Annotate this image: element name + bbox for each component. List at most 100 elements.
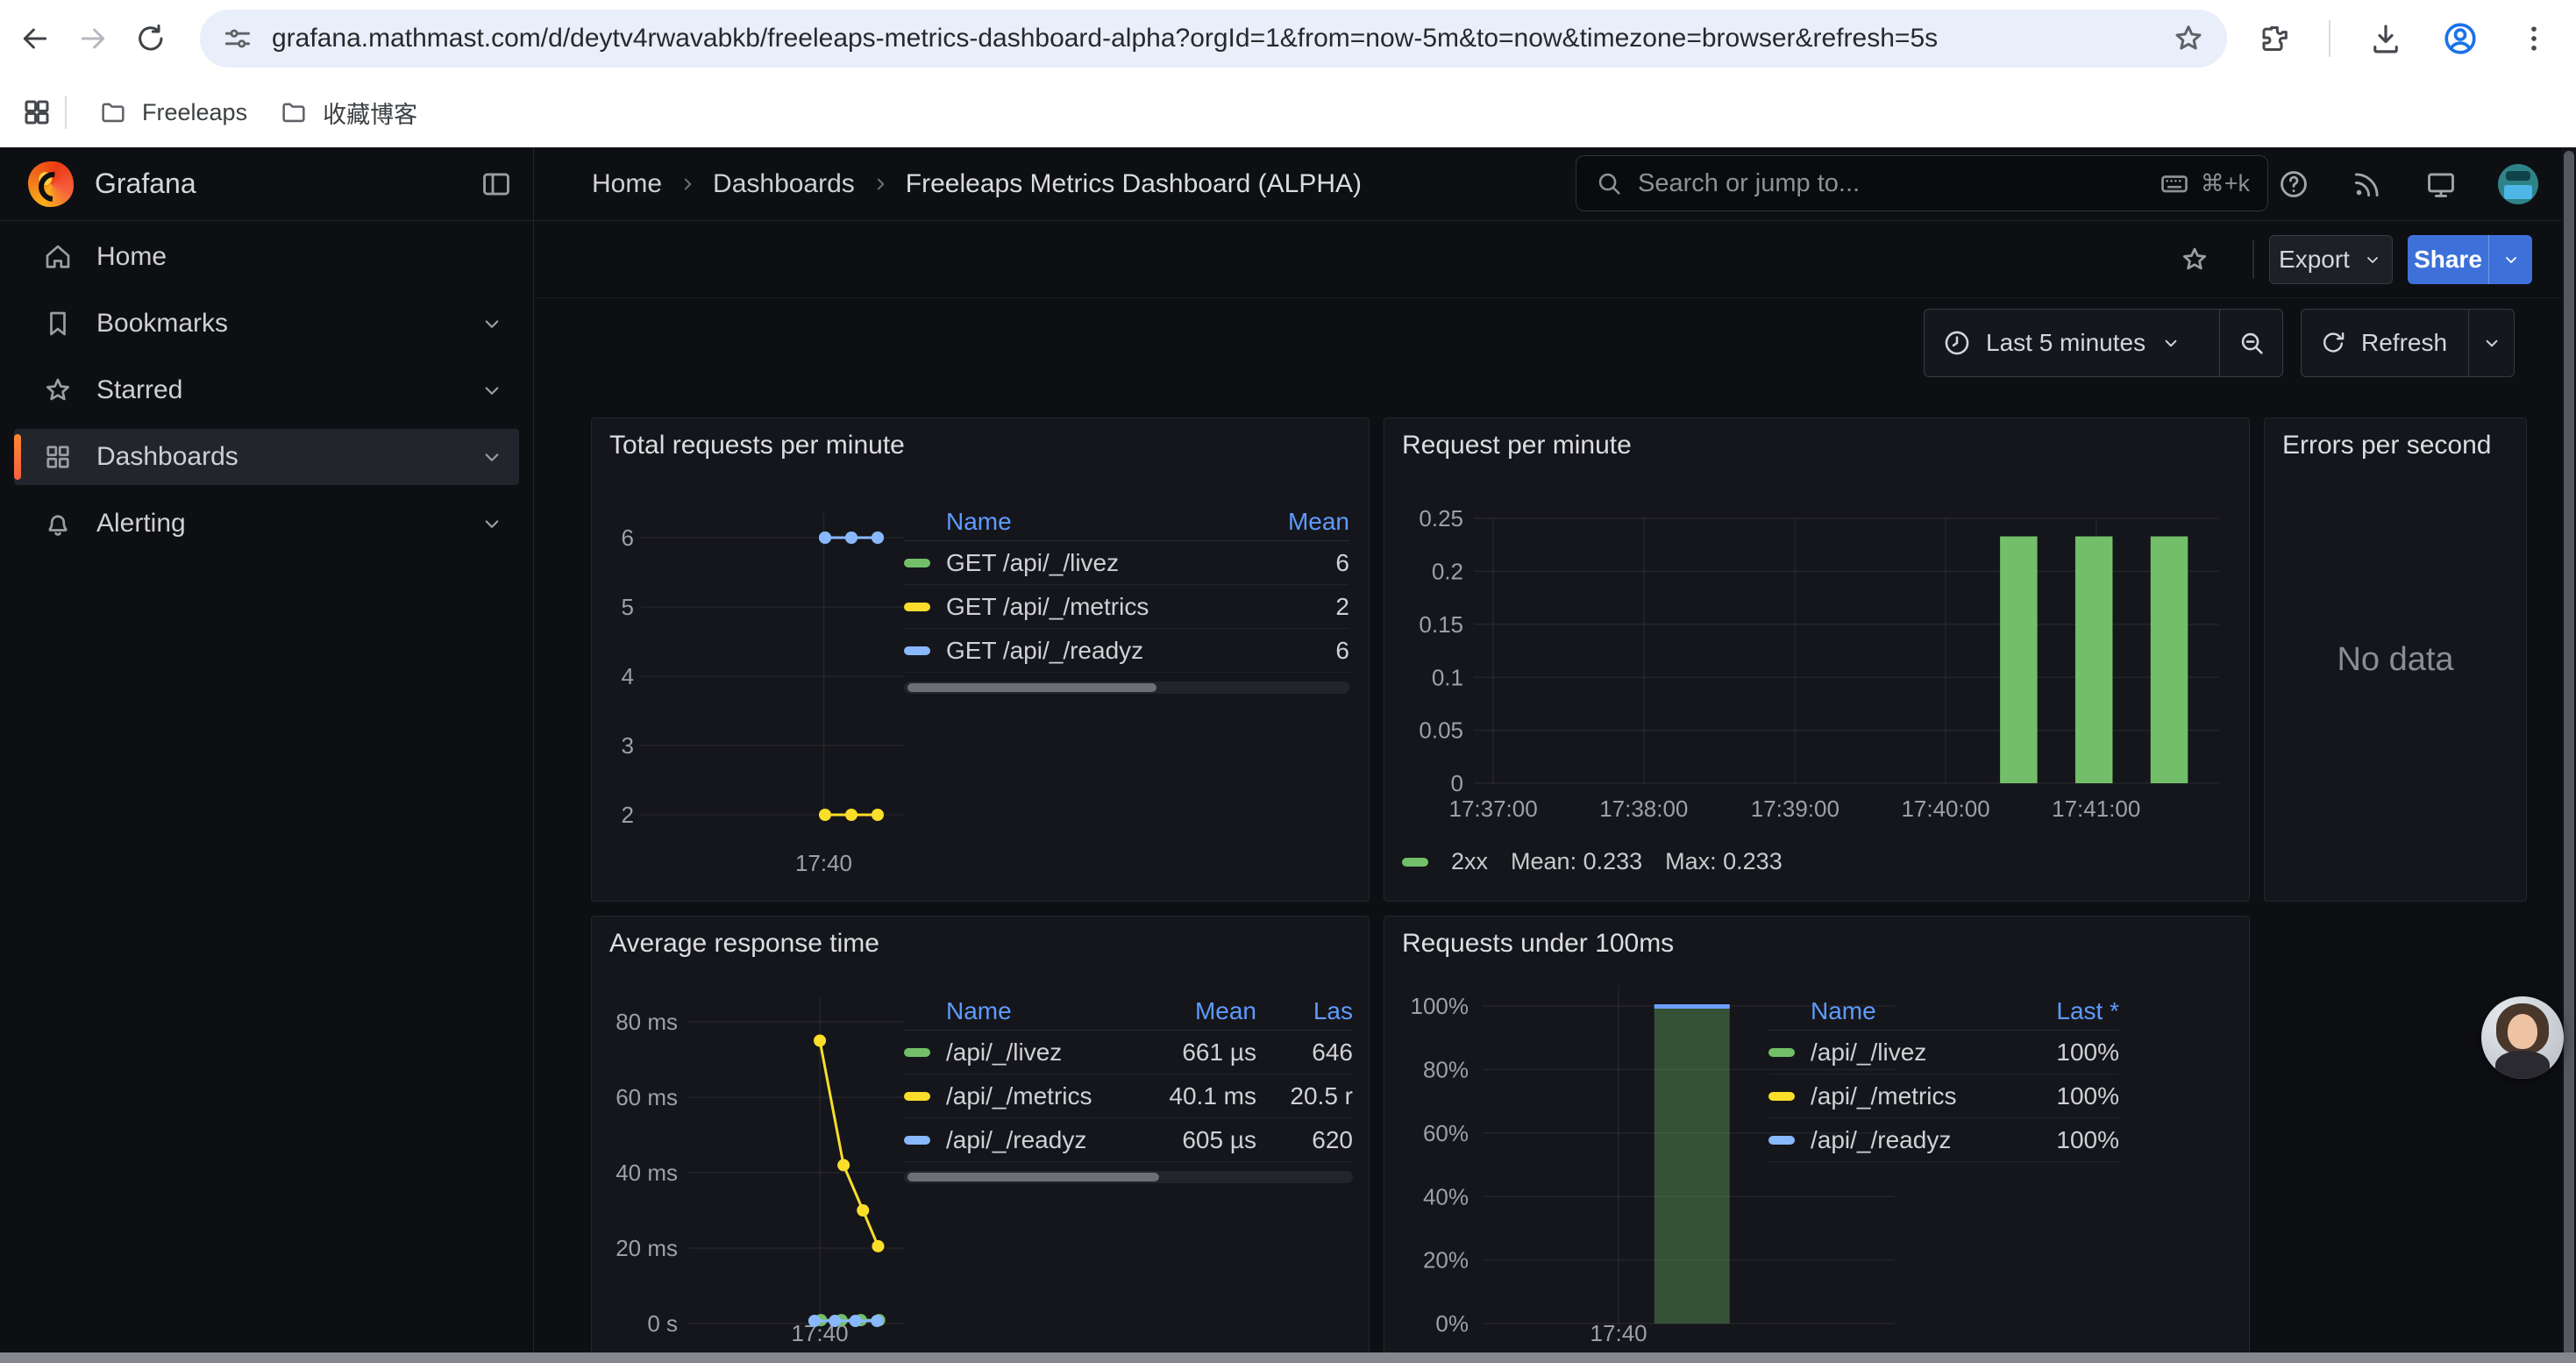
horizontal-scrollbar[interactable] xyxy=(0,1352,2576,1363)
legend-header-name[interactable]: Name xyxy=(946,508,1244,536)
zoom-out-button[interactable] xyxy=(2219,310,2282,376)
profile-icon[interactable] xyxy=(2441,19,2480,58)
panel-requests-under-100ms: Requests under 100ms 100%80%60%40%20%0%1… xyxy=(1384,916,2250,1363)
legend-header[interactable]: NameLast * xyxy=(1768,992,2119,1031)
panel-title[interactable]: Total requests per minute xyxy=(609,431,905,460)
series-name[interactable]: GET /api/_/metrics xyxy=(946,593,1244,621)
panel-title[interactable]: Requests under 100ms xyxy=(1402,929,1674,959)
url-bar[interactable]: grafana.mathmast.com/d/deytv4rwavabkb/fr… xyxy=(200,10,2227,68)
legend-scrollbar[interactable] xyxy=(904,1171,1353,1183)
legend-row[interactable]: /api/_/readyz100% xyxy=(1768,1118,2119,1162)
bookmark-folder-blogs[interactable]: 收藏博客 xyxy=(263,87,433,139)
series-name[interactable]: /api/_/readyz xyxy=(1811,1126,1988,1154)
search-icon xyxy=(1594,168,1624,198)
svg-text:20 ms: 20 ms xyxy=(616,1235,678,1261)
series-color-pill xyxy=(904,603,930,611)
kiosk-monitor-icon[interactable] xyxy=(2424,168,2458,201)
breadcrumb-home[interactable]: Home xyxy=(592,169,662,199)
series-name[interactable]: /api/_/metrics xyxy=(946,1082,1107,1110)
panel-total-requests-per-minute: Total requests per minute 6543217:40 Nam… xyxy=(591,417,1370,902)
grafana-header: Grafana Home Dashboards Freeleaps Metric… xyxy=(0,147,2576,221)
legend-row[interactable]: /api/_/livez100% xyxy=(1768,1031,2119,1074)
time-range-button[interactable]: Last 5 minutes xyxy=(1925,328,2219,358)
legend-header-col[interactable]: Mean xyxy=(1107,997,1256,1025)
chevron-down-icon[interactable] xyxy=(479,377,505,403)
legend-header[interactable]: NameMeanLas xyxy=(904,992,1353,1031)
legend-row[interactable]: GET /api/_/metrics2 xyxy=(904,585,1349,629)
dock-sidebar-icon[interactable] xyxy=(477,165,516,203)
legend-header-name[interactable]: Name xyxy=(1811,997,1988,1025)
legend-row[interactable]: /api/_/readyz605 µs620 xyxy=(904,1118,1353,1162)
legend-row[interactable]: /api/_/metrics40.1 ms20.5 r xyxy=(904,1074,1353,1118)
sidebar-item-bookmarks[interactable]: Bookmarks xyxy=(14,296,519,352)
back-icon[interactable] xyxy=(16,19,54,58)
svg-text:0.05: 0.05 xyxy=(1419,717,1463,744)
legend-scrollbar-thumb[interactable] xyxy=(907,1173,1159,1181)
legend-row[interactable]: /api/_/metrics100% xyxy=(1768,1074,2119,1118)
panel-title[interactable]: Request per minute xyxy=(1402,431,1632,460)
tune-icon[interactable] xyxy=(221,22,254,55)
user-avatar[interactable] xyxy=(2498,164,2538,204)
sidebar-item-dashboards[interactable]: Dashboards xyxy=(14,429,519,485)
vertical-scrollbar[interactable] xyxy=(2562,147,2576,1363)
series-value: 620 xyxy=(1256,1126,1353,1154)
breadcrumb-separator-icon xyxy=(869,173,892,196)
series-name[interactable]: /api/_/livez xyxy=(946,1038,1107,1067)
chart-total-requests[interactable]: 6543217:40 xyxy=(602,496,911,892)
bookmark-folder-freeleaps[interactable]: Freeleaps xyxy=(82,89,263,136)
extensions-icon[interactable] xyxy=(2257,21,2292,56)
legend-scrollbar-thumb[interactable] xyxy=(907,683,1156,692)
series-name[interactable]: /api/_/metrics xyxy=(1811,1082,1988,1110)
panel-title[interactable]: Average response time xyxy=(609,929,879,959)
series-name[interactable]: /api/_/livez xyxy=(1811,1038,1988,1067)
legend-header-name[interactable]: Name xyxy=(946,997,1107,1025)
chevron-down-icon xyxy=(2480,332,2503,354)
sidebar-item-alerting[interactable]: Alerting xyxy=(14,496,519,552)
share-button[interactable]: Share xyxy=(2408,235,2488,284)
legend-row[interactable]: GET /api/_/livez6 xyxy=(904,541,1349,585)
sidebar-item-home[interactable]: Home xyxy=(14,229,519,285)
legend-row[interactable]: GET /api/_/readyz6 xyxy=(904,629,1349,673)
series-value: 661 µs xyxy=(1107,1038,1256,1067)
legend-header-col[interactable]: Las xyxy=(1256,997,1353,1025)
favorite-star-icon[interactable] xyxy=(2179,244,2210,275)
legend-scrollbar[interactable] xyxy=(904,682,1349,694)
breadcrumb-dashboards[interactable]: Dashboards xyxy=(713,169,855,199)
legend-line[interactable]: 2xx Mean: 0.233 Max: 0.233 xyxy=(1402,848,1783,875)
chevron-down-icon[interactable] xyxy=(479,310,505,337)
legend-header[interactable]: NameMean xyxy=(904,503,1349,541)
series-name[interactable]: 2xx xyxy=(1451,848,1488,875)
browser-menu-icon[interactable] xyxy=(2516,21,2551,56)
series-name[interactable]: GET /api/_/livez xyxy=(946,549,1244,577)
refresh-label: Refresh xyxy=(2361,329,2447,357)
legend-header-col[interactable]: Mean xyxy=(1244,508,1349,536)
legend-row[interactable]: /api/_/livez661 µs646 xyxy=(904,1031,1353,1074)
scrollbar-thumb[interactable] xyxy=(2564,151,2574,1356)
bookmark-star-icon[interactable] xyxy=(2171,21,2206,56)
share-dropdown-button[interactable] xyxy=(2488,235,2532,284)
chart-average-response-time[interactable]: 80 ms60 ms40 ms20 ms0 s17:40 xyxy=(597,978,918,1363)
grafana-logo-icon[interactable] xyxy=(28,161,74,207)
bookmark-icon xyxy=(42,308,74,339)
help-icon[interactable] xyxy=(2277,168,2310,201)
series-name[interactable]: /api/_/readyz xyxy=(946,1126,1107,1154)
search-input[interactable]: Search or jump to... ⌘+k xyxy=(1576,155,2268,211)
chevron-down-icon[interactable] xyxy=(479,510,505,537)
sidebar-item-starred[interactable]: Starred xyxy=(14,362,519,418)
reload-icon[interactable] xyxy=(132,19,170,58)
bookmarks-divider xyxy=(65,96,67,129)
refresh-interval-dropdown[interactable] xyxy=(2468,310,2514,376)
series-name[interactable]: GET /api/_/readyz xyxy=(946,637,1244,665)
floating-assistant-avatar[interactable] xyxy=(2481,996,2564,1079)
chart-request-per-minute[interactable]: 0.250.20.150.10.05017:37:0017:38:0017:39… xyxy=(1395,496,2228,846)
legend-header-col[interactable]: Last * xyxy=(1988,997,2119,1025)
news-rss-icon[interactable] xyxy=(2351,168,2384,201)
series-color-pill xyxy=(904,559,930,567)
refresh-button[interactable]: Refresh xyxy=(2302,329,2468,357)
export-button[interactable]: Export xyxy=(2269,235,2393,284)
download-icon[interactable] xyxy=(2367,20,2404,57)
apps-grid-icon[interactable] xyxy=(21,96,53,128)
dashboard-toolbar: Export Share xyxy=(534,221,2576,298)
chevron-down-icon[interactable] xyxy=(479,444,505,470)
forward-icon[interactable] xyxy=(74,19,112,58)
